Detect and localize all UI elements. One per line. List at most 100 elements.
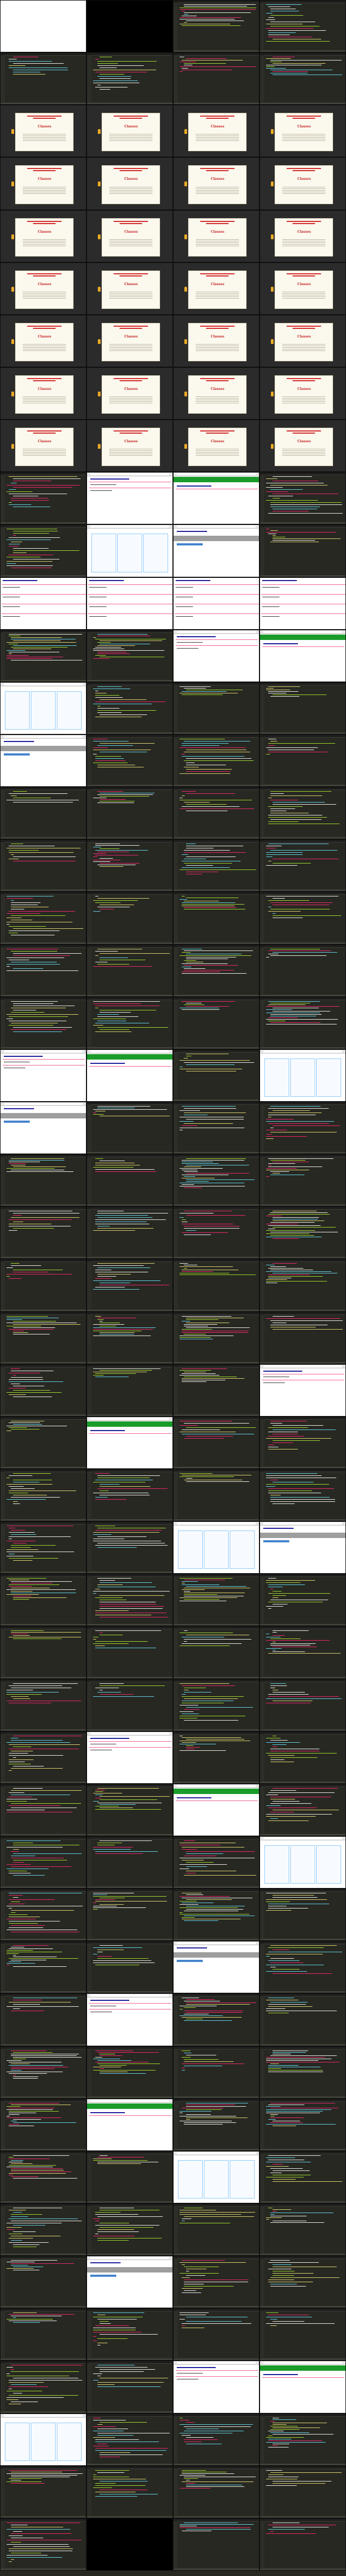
thumbnail-editor[interactable] [0, 787, 86, 839]
thumbnail-editor[interactable] [86, 1679, 173, 1731]
thumbnail-editor[interactable] [173, 1312, 260, 1364]
thumbnail-pink[interactable] [86, 577, 173, 630]
thumbnail-editor[interactable] [86, 1259, 173, 1312]
thumbnail-editor[interactable] [0, 2518, 86, 2571]
thumbnail-slide[interactable]: Classes [0, 105, 86, 157]
thumbnail-editor[interactable] [260, 2308, 346, 2361]
thumbnail-editor[interactable] [173, 2308, 260, 2361]
thumbnail-editor[interactable] [86, 1154, 173, 1206]
thumbnail-editor[interactable] [260, 2518, 346, 2571]
thumbnail-editor[interactable] [260, 2256, 346, 2308]
thumbnail-editor[interactable] [0, 1417, 86, 1469]
thumbnail-editor[interactable] [0, 1206, 86, 1259]
thumbnail-editor[interactable] [173, 1836, 260, 1889]
thumbnail-editor[interactable] [86, 1312, 173, 1364]
thumbnail-editor[interactable] [260, 52, 346, 105]
thumbnail-editor[interactable] [173, 997, 260, 1049]
thumbnail-editor[interactable] [0, 839, 86, 892]
thumbnail-editor[interactable] [86, 630, 173, 682]
thumbnail-editor[interactable] [86, 2361, 173, 2413]
thumbnail-editor[interactable] [0, 630, 86, 682]
thumbnail-editor[interactable] [173, 734, 260, 787]
thumbnail-editor[interactable] [0, 1469, 86, 1521]
thumbnail-editor[interactable] [173, 1574, 260, 1626]
thumbnail-editor[interactable] [86, 2151, 173, 2203]
thumbnail-editor[interactable] [0, 997, 86, 1049]
thumbnail-slide[interactable]: Classes [260, 105, 346, 157]
thumbnail-editor[interactable] [0, 892, 86, 945]
thumbnail-editor[interactable] [173, 2466, 260, 2518]
thumbnail-editor[interactable] [173, 1364, 260, 1417]
thumbnail-editor[interactable] [0, 1889, 86, 1941]
thumbnail-editor[interactable] [86, 1364, 173, 1417]
thumbnail-editor[interactable] [260, 1312, 346, 1364]
thumbnail-browser[interactable] [260, 1521, 346, 1574]
thumbnail-editor[interactable] [173, 1206, 260, 1259]
thumbnail-editor[interactable] [86, 1626, 173, 1679]
thumbnail-editor[interactable] [86, 1784, 173, 1836]
thumbnail-editor[interactable] [0, 472, 86, 524]
thumbnail-browser[interactable] [0, 682, 86, 734]
thumbnail-editor[interactable] [86, 1889, 173, 1941]
thumbnail-browser[interactable] [86, 1731, 173, 1784]
thumbnail-slide[interactable]: Classes [260, 262, 346, 315]
thumbnail-editor[interactable] [0, 1784, 86, 1836]
thumbnail-editor[interactable] [260, 1574, 346, 1626]
thumbnail-slide[interactable]: Classes [0, 262, 86, 315]
thumbnail-editor[interactable] [0, 2361, 86, 2413]
thumbnail-browser[interactable] [173, 1521, 260, 1574]
thumbnail-slide[interactable]: Classes [86, 262, 173, 315]
thumbnail-browser[interactable] [173, 630, 260, 682]
thumbnail-slide[interactable]: Classes [173, 262, 260, 315]
thumbnail-editor[interactable] [0, 2046, 86, 2099]
thumbnail-browser[interactable] [86, 2099, 173, 2151]
thumbnail-browser[interactable] [86, 1417, 173, 1469]
thumbnail-editor[interactable] [173, 1889, 260, 1941]
thumbnail-gutter[interactable] [0, 0, 86, 52]
thumbnail-browser[interactable] [173, 1941, 260, 1993]
thumbnail-editor[interactable] [0, 1154, 86, 1206]
thumbnail-editor[interactable] [173, 1049, 260, 1102]
thumbnail-editor[interactable] [260, 1889, 346, 1941]
thumbnail-editor[interactable] [86, 1206, 173, 1259]
thumbnail-editor[interactable] [86, 2466, 173, 2518]
thumbnail-editor[interactable] [260, 787, 346, 839]
thumbnail-editor[interactable] [86, 2413, 173, 2466]
thumbnail-editor[interactable] [86, 839, 173, 892]
thumbnail-editor[interactable] [173, 682, 260, 734]
thumbnail-editor[interactable] [173, 787, 260, 839]
thumbnail-editor[interactable] [0, 52, 86, 105]
thumbnail-editor[interactable] [173, 945, 260, 997]
thumbnail-browser[interactable] [0, 2413, 86, 2466]
thumbnail-editor[interactable] [86, 2203, 173, 2256]
thumbnail-editor[interactable] [86, 1469, 173, 1521]
thumbnail-slide[interactable]: Classes [173, 105, 260, 157]
thumbnail-editor[interactable] [0, 2151, 86, 2203]
thumbnail-editor[interactable] [0, 2099, 86, 2151]
thumbnail-browser[interactable] [260, 1049, 346, 1102]
thumbnail-editor[interactable] [173, 1626, 260, 1679]
thumbnail-editor[interactable] [86, 1836, 173, 1889]
thumbnail-slide[interactable]: Classes [0, 420, 86, 472]
thumbnail-editor[interactable] [173, 2099, 260, 2151]
thumbnail-browser[interactable] [0, 1102, 86, 1154]
thumbnail-browser[interactable] [86, 524, 173, 577]
thumbnail-editor[interactable] [260, 472, 346, 524]
thumbnail-editor[interactable] [86, 1102, 173, 1154]
thumbnail-pink[interactable] [0, 577, 86, 630]
thumbnail-slide[interactable]: Classes [260, 210, 346, 262]
thumbnail-browser[interactable] [260, 1364, 346, 1417]
thumbnail-editor[interactable] [260, 839, 346, 892]
thumbnail-video[interactable] [86, 2518, 173, 2571]
thumbnail-browser[interactable] [260, 630, 346, 682]
thumbnail-editor[interactable] [173, 2413, 260, 2466]
thumbnail-editor[interactable] [86, 1574, 173, 1626]
thumbnail-editor[interactable] [0, 1364, 86, 1417]
thumbnail-editor[interactable] [0, 1993, 86, 2046]
thumbnail-browser[interactable] [173, 2151, 260, 2203]
thumbnail-editor[interactable] [260, 1626, 346, 1679]
thumbnail-editor[interactable] [86, 52, 173, 105]
thumbnail-editor[interactable] [173, 2518, 260, 2571]
thumbnail-slide[interactable]: Classes [86, 105, 173, 157]
thumbnail-editor[interactable] [86, 892, 173, 945]
